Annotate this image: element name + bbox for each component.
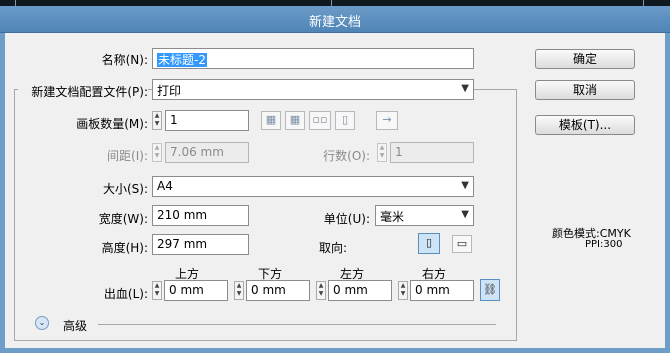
grid-by-column-icon[interactable]: ▦ (285, 111, 305, 130)
rows-label: 行数(O): (323, 149, 370, 163)
title-bar: 新建文档 (0, 6, 670, 33)
name-value: 未标题-2 (157, 53, 207, 67)
portrait-orientation-icon[interactable]: ▯ (418, 233, 440, 254)
artboards-input[interactable]: 1 (165, 110, 249, 131)
bleed-top-stepper[interactable]: ▲ ▼ (152, 281, 162, 300)
profile-label: 新建文档配置文件(P): (18, 83, 148, 100)
bleed-left-input[interactable]: 0 mm (328, 280, 392, 301)
arrange-by-row-icon[interactable]: ▫▫ (309, 111, 331, 130)
ppi-info: PPI:300 (585, 239, 623, 250)
bleed-bottom-stepper[interactable]: ▲ ▼ (234, 281, 244, 300)
window-frame-right (665, 33, 670, 353)
width-label: 宽度(W): (98, 212, 148, 226)
landscape-orientation-icon[interactable]: ▭ (452, 235, 472, 253)
profile-select[interactable]: 打印 ▼ (152, 79, 474, 100)
chevron-down-icon: ▼ (461, 209, 469, 220)
window-frame-left (0, 33, 5, 353)
name-input[interactable]: 未标题-2 (152, 48, 474, 69)
ok-button[interactable]: 确定 (535, 49, 635, 69)
name-label: 名称(N): (101, 53, 148, 67)
bleed-top-input[interactable]: 0 mm (164, 280, 228, 301)
left-to-right-layout-icon[interactable]: → (376, 111, 398, 130)
units-value: 毫米 (380, 210, 405, 224)
artboards-label: 画板数量(M): (76, 117, 148, 131)
bleed-right-stepper[interactable]: ▲ ▼ (398, 281, 408, 300)
rows-stepper[interactable]: ▲ ▼ (377, 143, 387, 162)
profile-value: 打印 (157, 84, 182, 98)
units-label: 单位(U): (323, 212, 370, 226)
rows-input[interactable]: 1 (390, 142, 474, 163)
size-select[interactable]: A4 ▼ (152, 176, 474, 197)
bleed-bottom-input[interactable]: 0 mm (246, 280, 310, 301)
spacing-label: 间距(I): (107, 149, 148, 163)
bleed-left-stepper[interactable]: ▲ ▼ (316, 281, 326, 300)
link-bleed-icon[interactable]: ⛓ (480, 279, 500, 301)
artboards-stepper[interactable]: ▲ ▼ (152, 111, 162, 130)
width-input[interactable]: 210 mm (152, 205, 249, 226)
chevron-down-icon: ▼ (461, 83, 469, 94)
window-frame-bottom (0, 348, 670, 353)
orientation-label: 取向: (318, 241, 347, 255)
advanced-label: 高级 (63, 319, 88, 333)
spacing-stepper[interactable]: ▲ ▼ (152, 143, 162, 162)
arrange-by-column-icon[interactable]: ▯ (335, 111, 355, 130)
size-value: A4 (157, 179, 173, 193)
chevron-down-icon: ▼ (461, 180, 469, 191)
height-input[interactable]: 297 mm (152, 234, 249, 255)
advanced-divider (98, 324, 496, 325)
units-select[interactable]: 毫米 ▼ (375, 205, 474, 226)
bleed-right-input[interactable]: 0 mm (410, 280, 474, 301)
spacing-input[interactable]: 7.06 mm (165, 142, 249, 163)
expand-advanced-icon[interactable]: ⌄ (35, 316, 49, 330)
height-label: 高度(H): (101, 241, 148, 255)
cancel-button[interactable]: 取消 (535, 80, 635, 100)
grid-by-row-icon[interactable]: ▦ (261, 111, 281, 130)
bleed-label: 出血(L): (103, 287, 148, 301)
templates-button[interactable]: 模板(T)... (535, 115, 635, 135)
dialog-title: 新建文档 (308, 15, 361, 30)
size-label: 大小(S): (102, 182, 148, 196)
